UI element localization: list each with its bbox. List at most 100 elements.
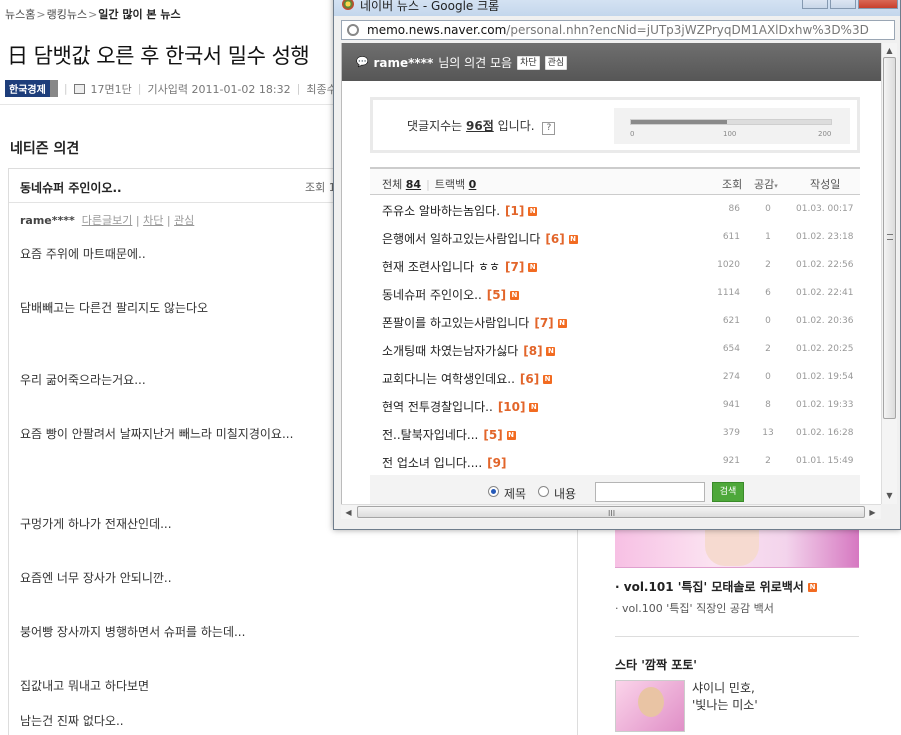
list-item[interactable]: 교회다니는 여학생인데요.. [6] N 274 0 01.02. 19:54 — [370, 363, 860, 391]
list-item[interactable]: 소개팅때 차였는남자가싫다 [8] N 654 2 01.02. 20:25 — [370, 335, 860, 363]
comment-score-value[interactable]: 96점 — [466, 119, 494, 133]
search-input[interactable] — [595, 482, 705, 502]
horizontal-scrollbar[interactable]: ◀ III ▶ — [341, 504, 881, 519]
url-text[interactable]: memo.news.naver.com/personal.nhn?encNid=… — [367, 23, 869, 37]
list-item-title[interactable]: 은행에서 일하고있는사람입니다 [6] N — [382, 230, 578, 247]
help-icon[interactable]: ? — [542, 122, 556, 135]
gauge-track — [630, 119, 832, 125]
article-page-number: 17면1단 — [90, 82, 132, 96]
list-item[interactable]: 주유소 알바하는놈임다. [1] N 86 0 01.03. 00:17 — [370, 195, 860, 223]
list-item-views: 654 — [722, 344, 740, 354]
comment-views: 조회 1 — [305, 181, 336, 194]
gauge-fill — [631, 120, 727, 124]
list-item-title[interactable]: 주유소 알바하는놈임다. [1] N — [382, 202, 538, 219]
comment-line: 집값내고 뭐내고 하다보면 — [20, 679, 150, 693]
sidebar-link-vol101[interactable]: · vol.101 '특집' 모태솔로 위로백서 N — [615, 578, 818, 595]
follow-link[interactable]: 관심 — [174, 214, 194, 227]
list-item-date: 01.02. 19:54 — [796, 372, 854, 382]
comment-list: 전체 84 | 트랙백 0 조회 공감▾ 작성일 주유소 알바하는놈임다. [1] N… — [370, 167, 860, 475]
breadcrumb-ranking-news[interactable]: 랭킹뉴스 — [47, 8, 87, 21]
list-item[interactable]: 현재 조련사입니다 ㅎㅎ [7] N 1020 2 01.02. 22:56 — [370, 251, 860, 279]
hscroll-thumb[interactable]: III — [357, 506, 865, 518]
scroll-down-icon[interactable]: ▼ — [882, 488, 897, 503]
breadcrumb-current: 일간 많이 본 뉴스 — [98, 8, 181, 21]
gauge-tick: 200 — [818, 130, 832, 138]
scroll-right-icon[interactable]: ▶ — [865, 505, 880, 520]
list-item-title[interactable]: 현역 전투경찰입니다.. [10] N — [382, 398, 539, 415]
other-posts-link[interactable]: 다른글보기 — [82, 214, 133, 227]
comment-user-row: rame**** 다른글보기 | 차단 | 관심 — [20, 214, 195, 227]
comment-line: 요즘 빵이 안팔려서 날짜지난거 빼느라 미칠지경이요... — [20, 427, 294, 441]
list-item-date: 01.02. 19:33 — [796, 400, 854, 410]
list-item-title[interactable]: 전..탈북자입네다... [5] N — [382, 426, 516, 443]
list-item[interactable]: 전..탈북자입네다... [5] N 379 13 01.02. 16:28 — [370, 419, 860, 447]
comment-score-label: 댓글지수는 96점 입니다. ? — [407, 117, 556, 135]
scroll-thumb[interactable] — [883, 57, 896, 419]
minimize-button[interactable] — [802, 0, 828, 9]
list-item-date: 01.02. 23:18 — [796, 232, 854, 242]
search-button[interactable]: 검색 — [712, 482, 744, 502]
comment-line: 붕어빵 장사까지 병행하면서 슈퍼를 하는데... — [20, 625, 246, 639]
close-button[interactable] — [858, 0, 898, 9]
list-item-likes: 2 — [765, 260, 771, 270]
memo-username: rame**** — [373, 55, 434, 70]
list-item[interactable]: 전 업소녀 입니다.... [9] 921 2 01.01. 15:49 — [370, 447, 860, 475]
window-titlebar[interactable]: 네이버 뉴스 - Google 크롬 — [334, 0, 900, 16]
divider — [0, 104, 335, 105]
comment-title[interactable]: 동네슈퍼 주인이오.. — [20, 179, 122, 196]
vertical-scrollbar[interactable]: ▲ ▼ — [881, 43, 897, 504]
list-tabs: 전체 84 | 트랙백 0 — [382, 178, 477, 191]
list-item[interactable]: 은행에서 일하고있는사람입니다 [6] N 611 1 01.02. 23:18 — [370, 223, 860, 251]
press-logo[interactable]: 한국경제 — [5, 80, 58, 97]
new-icon: N — [529, 403, 539, 412]
sidebar-link-vol100[interactable]: · vol.100 '특집' 직장인 공감 백서 — [615, 600, 774, 616]
list-item-likes: 2 — [765, 456, 771, 466]
list-item-likes: 1 — [765, 232, 771, 242]
reply-count: [10] — [497, 400, 526, 414]
column-date: 작성일 — [810, 178, 841, 191]
list-item[interactable]: 폰팔이를 하고있는사람입니다 [7] N 621 0 01.02. 20:36 — [370, 307, 860, 335]
star-photo-caption[interactable]: 샤이니 민호, '빛나는 미소' — [692, 680, 758, 714]
tab-trackback[interactable]: 트랙백 0 — [435, 178, 477, 191]
maximize-button[interactable] — [830, 0, 856, 9]
list-item-views: 921 — [722, 456, 740, 466]
list-item-title[interactable]: 폰팔이를 하고있는사람입니다 [7] N — [382, 314, 567, 331]
star-photo-thumbnail[interactable] — [615, 680, 685, 732]
list-item-views: 379 — [722, 428, 740, 438]
list-item-title[interactable]: 현재 조련사입니다 ㅎㅎ [7] N — [382, 258, 538, 275]
scroll-up-icon[interactable]: ▲ — [882, 43, 897, 58]
reply-count: [5] — [486, 288, 507, 302]
popup-content: 💬 rame**** 님의 의견 모음 차단 관심 댓글지수는 96점 입니다.… — [341, 43, 881, 504]
list-item[interactable]: 동네슈퍼 주인이오.. [5] N 1114 6 01.02. 22:41 — [370, 279, 860, 307]
reply-count: [7] — [534, 316, 554, 330]
divider — [615, 636, 859, 637]
column-likes-sort[interactable]: 공감▾ — [754, 176, 778, 192]
list-item-date: 01.02. 22:56 — [796, 260, 854, 270]
comment-line: 남는건 진짜 없다오.. — [20, 714, 124, 728]
reply-count: [1] — [505, 204, 525, 218]
tab-all[interactable]: 전체 84 — [382, 178, 421, 191]
block-button[interactable]: 차단 — [517, 55, 540, 70]
list-item-title[interactable]: 동네슈퍼 주인이오.. [5] N — [382, 286, 519, 303]
comment-username[interactable]: rame**** — [20, 214, 75, 227]
search-bar: 제목 내용 검색 — [370, 475, 860, 504]
new-icon: N — [557, 319, 567, 328]
memo-title-text: 님의 의견 모음 — [438, 56, 513, 70]
list-item[interactable]: 현역 전투경찰입니다.. [10] N 941 8 01.02. 19:33 — [370, 391, 860, 419]
breadcrumb: 뉴스홈>랭킹뉴스>일간 많이 본 뉴스 — [5, 8, 181, 21]
grip-icon: III — [608, 509, 616, 518]
scroll-left-icon[interactable]: ◀ — [341, 505, 356, 520]
page-info-icon[interactable] — [347, 24, 359, 36]
list-item-title[interactable]: 전 업소녀 입니다.... [9] — [382, 454, 507, 471]
article-headline[interactable]: 日 담뱃값 오른 후 한국서 밀수 성행 — [7, 40, 310, 70]
follow-button[interactable]: 관심 — [544, 55, 568, 70]
speech-bubble-icon: 💬 — [356, 57, 369, 68]
radio-content[interactable] — [538, 486, 549, 497]
radio-title[interactable] — [488, 486, 499, 497]
list-item-title[interactable]: 소개팅때 차였는남자가싫다 [8] N — [382, 342, 556, 359]
address-bar[interactable]: memo.news.naver.com/personal.nhn?encNid=… — [341, 20, 895, 40]
list-item-title[interactable]: 교회다니는 여학생인데요.. [6] N — [382, 370, 553, 387]
block-link[interactable]: 차단 — [143, 214, 163, 227]
breadcrumb-news-home[interactable]: 뉴스홈 — [5, 8, 35, 21]
comment-line: 구멍가게 하나가 전재산인데... — [20, 517, 172, 531]
